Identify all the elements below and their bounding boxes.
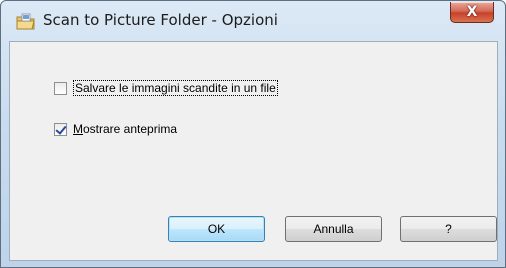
- window-title: Scan to Picture Folder - Opzioni: [43, 11, 278, 29]
- show-preview-label-rest: ostrare anteprima: [83, 122, 178, 136]
- close-button[interactable]: X: [450, 2, 494, 23]
- title-bar[interactable]: Scan to Picture Folder - Opzioni X: [1, 1, 505, 41]
- show-preview-checkbox[interactable]: [54, 122, 67, 136]
- folder-icon: [16, 13, 36, 31]
- close-icon: X: [466, 4, 478, 20]
- ok-button[interactable]: OK: [168, 216, 265, 242]
- show-preview-mnemonic: M: [73, 122, 83, 136]
- show-preview-option[interactable]: Mostrare anteprima: [54, 122, 177, 136]
- cancel-button[interactable]: Annulla: [285, 216, 382, 242]
- show-preview-label[interactable]: Mostrare anteprima: [73, 122, 177, 136]
- help-button[interactable]: ?: [400, 216, 497, 242]
- save-to-file-option[interactable]: Salvare le immagini scandite in un file: [54, 80, 278, 96]
- dialog-window: Scan to Picture Folder - Opzioni X Salva…: [0, 0, 506, 268]
- save-to-file-checkbox[interactable]: [54, 81, 67, 95]
- save-to-file-label[interactable]: Salvare le immagini scandite in un file: [73, 80, 278, 96]
- dialog-content: Salvare le immagini scandite in un file …: [9, 41, 498, 261]
